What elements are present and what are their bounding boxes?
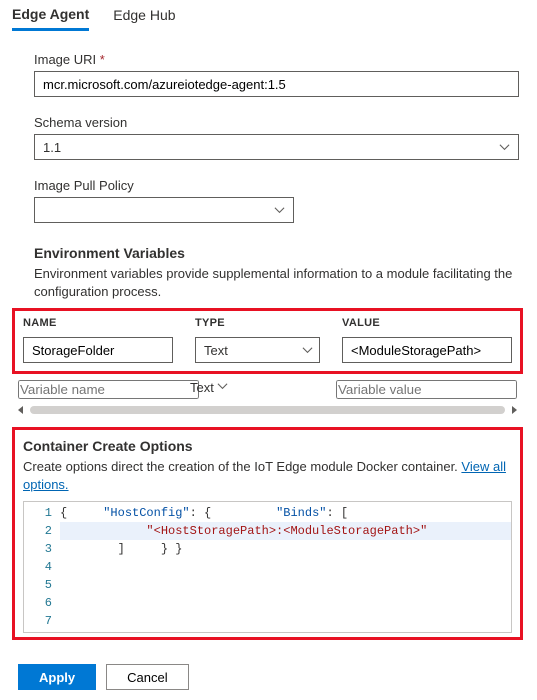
code-body[interactable]: { "HostConfig": { "Binds": [ "<HostStora… <box>60 502 511 632</box>
env-vars-desc: Environment variables provide supplement… <box>34 265 519 300</box>
image-pull-policy-select[interactable] <box>34 197 294 223</box>
schema-version-select[interactable]: 1.1 <box>34 134 519 160</box>
chevron-down-icon <box>217 381 228 392</box>
env-row: Text <box>21 335 514 365</box>
env-col-type: TYPE <box>195 317 320 329</box>
tab-edge-agent[interactable]: Edge Agent <box>12 6 89 31</box>
env-type-value: Text <box>190 380 214 395</box>
schema-version-value: 1.1 <box>43 140 61 155</box>
chevron-down-icon <box>274 205 285 216</box>
env-vars-title: Environment Variables <box>34 245 519 261</box>
env-horizontal-scrollbar[interactable] <box>12 401 523 415</box>
env-name-input-empty[interactable] <box>18 380 199 399</box>
image-uri-label: Image URI * <box>34 52 519 67</box>
env-row-empty: Text <box>12 374 523 401</box>
apply-button[interactable]: Apply <box>18 664 96 690</box>
schema-version-label: Schema version <box>34 115 519 130</box>
env-vars-highlight-box: NAME TYPE VALUE Text <box>12 308 523 374</box>
chevron-down-icon <box>499 142 510 153</box>
env-col-name: NAME <box>23 317 173 329</box>
tab-edge-hub[interactable]: Edge Hub <box>113 7 175 29</box>
env-value-input[interactable] <box>342 337 512 363</box>
code-gutter: 1234567 <box>24 502 60 632</box>
env-type-select-empty[interactable]: Text <box>190 380 314 395</box>
scroll-track[interactable] <box>30 406 505 414</box>
footer-actions: Apply Cancel <box>0 650 537 700</box>
env-name-input[interactable] <box>23 337 173 363</box>
env-type-value: Text <box>204 343 228 358</box>
cco-desc: Create options direct the creation of th… <box>23 458 512 493</box>
cco-title: Container Create Options <box>23 438 512 454</box>
chevron-down-icon <box>302 345 313 356</box>
env-vars-header: NAME TYPE VALUE <box>21 317 514 335</box>
env-col-value: VALUE <box>342 317 512 329</box>
required-indicator: * <box>100 52 105 67</box>
container-create-options-box: Container Create Options Create options … <box>12 427 523 640</box>
env-value-input-empty[interactable] <box>336 380 517 399</box>
cancel-button[interactable]: Cancel <box>106 664 188 690</box>
scroll-right-icon[interactable] <box>509 405 519 415</box>
image-uri-input[interactable] <box>34 71 519 97</box>
scroll-left-icon[interactable] <box>16 405 26 415</box>
env-type-select[interactable]: Text <box>195 337 320 363</box>
image-pull-policy-label: Image Pull Policy <box>34 178 519 193</box>
cco-code-editor[interactable]: 1234567 { "HostConfig": { "Binds": [ "<H… <box>23 501 512 633</box>
tab-bar: Edge Agent Edge Hub <box>0 0 537 36</box>
